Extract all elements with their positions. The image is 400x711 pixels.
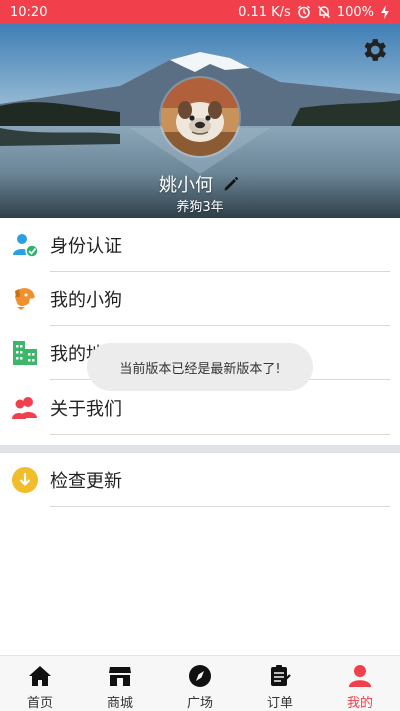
user-icon <box>347 664 373 688</box>
user-subtitle: 养狗3年 <box>176 200 224 215</box>
bulldog-avatar <box>161 78 239 156</box>
toast-message: 当前版本已经是最新版本了! <box>87 343 313 391</box>
shop-icon <box>107 664 133 688</box>
charging-icon <box>380 5 390 19</box>
tab-label-home: 首页 <box>26 696 53 711</box>
battery-level: 100% <box>336 4 374 20</box>
user-name-row: 姚小何 <box>0 171 400 197</box>
menu-label-identity: 身份认证 <box>50 236 122 257</box>
settings-button[interactable] <box>358 34 390 66</box>
section-separator <box>0 445 400 453</box>
tab-label-square: 广场 <box>186 696 213 711</box>
avatar[interactable] <box>161 78 239 156</box>
mute-icon <box>317 5 331 19</box>
verified-user-icon <box>10 230 40 260</box>
user-name: 姚小何 <box>159 175 213 196</box>
people-icon <box>10 393 40 423</box>
dog-icon <box>10 284 40 314</box>
divider <box>50 434 390 435</box>
edit-icon[interactable] <box>221 174 241 194</box>
profile-header: 姚小何 养狗3年 <box>0 24 400 218</box>
tab-label-orders: 订单 <box>266 696 293 711</box>
order-icon <box>267 664 293 688</box>
tab-shop[interactable]: 商城 <box>80 656 160 711</box>
menu-label-check-update: 检查更新 <box>50 471 122 492</box>
tab-label-mine: 我的 <box>346 696 373 711</box>
building-icon <box>10 338 40 368</box>
tab-mine[interactable]: 我的 <box>320 656 400 711</box>
status-indicators: 0.11 K/s 100% <box>238 5 390 20</box>
alarm-icon <box>297 5 311 19</box>
tab-home[interactable]: 首页 <box>0 656 80 711</box>
menu-label-my-dog: 我的小狗 <box>50 290 122 311</box>
menu-item-check-update[interactable]: 检查更新 <box>0 453 400 507</box>
status-bar: 10:20 0.11 K/s 100% <box>0 0 400 24</box>
menu-item-my-dog[interactable]: 我的小狗 <box>0 272 400 326</box>
tab-orders[interactable]: 订单 <box>240 656 320 711</box>
menu-item-identity[interactable]: 身份认证 <box>0 218 400 272</box>
bottom-tab-bar: 首页 商城 广场 订单 我的 <box>0 655 400 711</box>
status-time: 10:20 <box>10 4 48 20</box>
menu-label-about-us: 关于我们 <box>50 399 122 420</box>
divider <box>50 506 390 507</box>
gear-icon <box>364 39 386 61</box>
tab-label-shop: 商城 <box>106 696 133 711</box>
tab-square[interactable]: 广场 <box>160 656 240 711</box>
home-icon <box>27 664 53 688</box>
compass-icon <box>187 664 213 688</box>
download-icon <box>10 465 40 495</box>
network-speed: 0.11 K/s <box>238 4 291 20</box>
